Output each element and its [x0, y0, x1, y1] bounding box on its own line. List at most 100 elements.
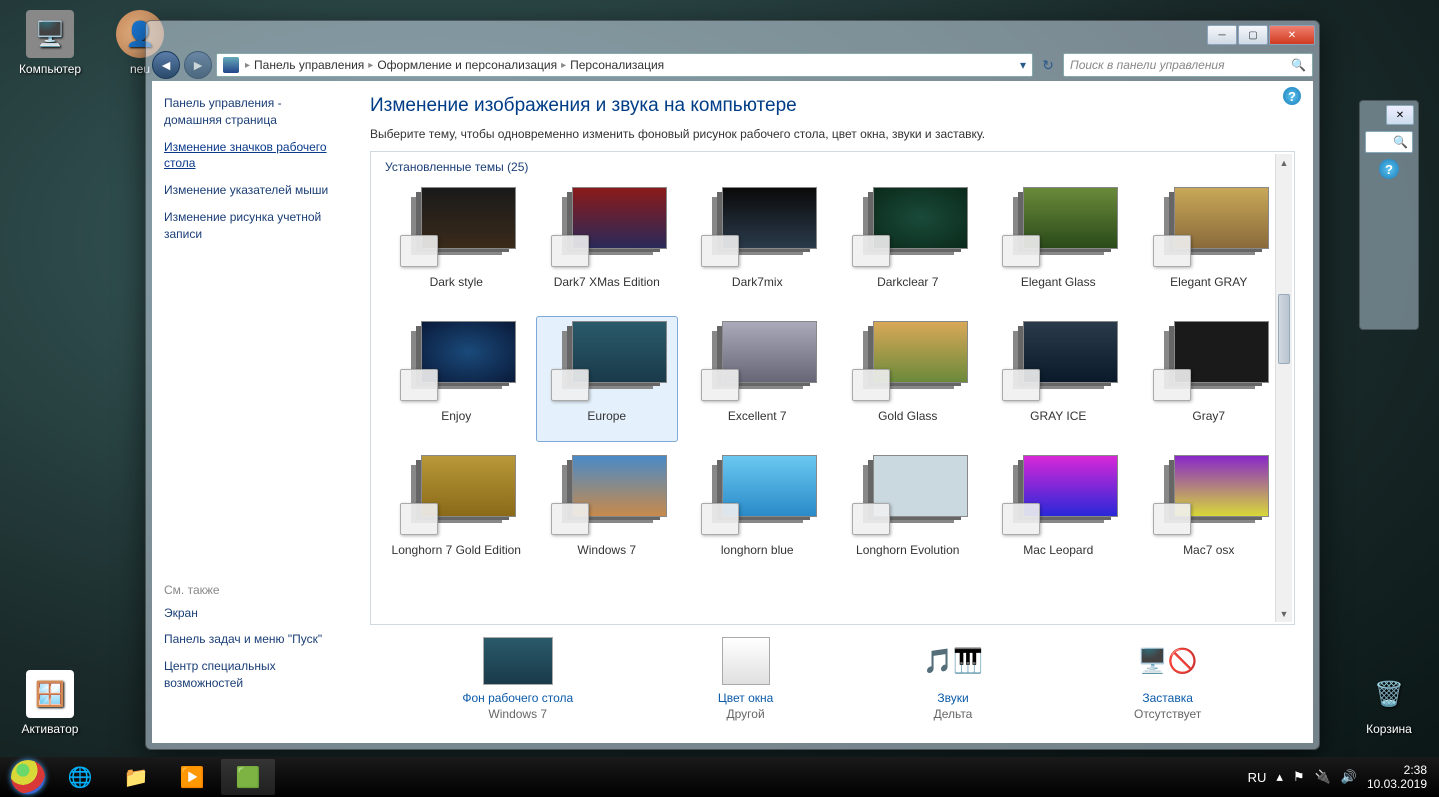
theme-thumbnail [547, 455, 667, 537]
scroll-up-icon[interactable]: ▲ [1276, 154, 1292, 171]
theme-label: Enjoy [390, 409, 523, 437]
desktop-icon-label: Корзина [1349, 722, 1429, 736]
theme-item[interactable]: Elegant Glass [987, 182, 1130, 308]
taskbar-item-ie[interactable]: 🌐 [53, 759, 107, 795]
chevron-right-icon: ▸ [245, 60, 250, 71]
refresh-button[interactable]: ↻ [1037, 54, 1059, 76]
theme-label: Longhorn Evolution [842, 543, 975, 571]
theme-item[interactable]: GRAY ICE [987, 316, 1130, 442]
desktop-icon-recycle[interactable]: 🗑️ Корзина [1349, 670, 1429, 736]
theme-label: Dark7mix [691, 275, 824, 303]
titlebar[interactable]: ─ ▢ ✕ [146, 21, 1319, 49]
screensaver-icon: 🖥️🚫 [1133, 637, 1203, 685]
volume-icon[interactable]: 🔊 [1341, 769, 1357, 785]
scrollbar[interactable]: ▲ ▼ [1275, 154, 1292, 622]
theme-item[interactable]: Dark7 XMas Edition [536, 182, 679, 308]
theme-item[interactable]: Mac Leopard [987, 450, 1130, 576]
bg-search-icon[interactable]: 🔍 [1365, 131, 1413, 153]
theme-item[interactable]: Dark style [385, 182, 528, 308]
taskbar-item-media[interactable]: ▶️ [165, 759, 219, 795]
bg-help-icon[interactable]: ? [1379, 159, 1399, 179]
desktop-background-button[interactable]: Фон рабочего стола Windows 7 [462, 637, 573, 721]
network-icon[interactable]: 🔌 [1315, 769, 1331, 785]
theme-label: Darkclear 7 [842, 275, 975, 303]
theme-item[interactable]: Gray7 [1138, 316, 1281, 442]
search-input[interactable]: Поиск в панели управления 🔍 [1063, 53, 1313, 77]
scroll-down-icon[interactable]: ▼ [1276, 605, 1292, 622]
desktop-icon-label: Активатор [10, 722, 90, 736]
clock-time: 2:38 [1367, 763, 1427, 777]
theme-item[interactable]: Europe [536, 316, 679, 442]
clock-date: 10.03.2019 [1367, 777, 1427, 791]
window-preview [1153, 235, 1191, 267]
bottom-value: Другой [718, 707, 773, 721]
window-preview [1002, 235, 1040, 267]
theme-item[interactable]: Longhorn Evolution [837, 450, 980, 576]
seealso-link-display[interactable]: Экран [164, 605, 340, 622]
theme-label: Mac Leopard [992, 543, 1125, 571]
taskbar-item-app[interactable]: 🟩 [221, 759, 275, 795]
breadcrumb-item[interactable]: Панель управления [254, 58, 364, 72]
sounds-button[interactable]: 🎵🎹 Звуки Дельта [918, 637, 988, 721]
theme-item[interactable]: Gold Glass [837, 316, 980, 442]
theme-item[interactable]: Dark7mix [686, 182, 829, 308]
navbar: ◄ ► ▸ Панель управления ▸ Оформление и п… [146, 49, 1319, 81]
search-placeholder: Поиск в панели управления [1070, 58, 1225, 72]
control-panel-icon [223, 57, 239, 73]
maximize-button[interactable]: ▢ [1238, 25, 1268, 45]
bottom-value: Windows 7 [462, 707, 573, 721]
seealso-link-accessibility[interactable]: Центр специальных возможностей [164, 658, 340, 692]
breadcrumb[interactable]: ▸ Панель управления ▸ Оформление и персо… [216, 53, 1033, 77]
show-hidden-icon[interactable]: ▴ [1276, 769, 1283, 785]
window-preview [1002, 369, 1040, 401]
window-color-button[interactable]: Цвет окна Другой [718, 637, 773, 721]
nav-back-button[interactable]: ◄ [152, 51, 180, 79]
sidebar-link-mouse-pointers[interactable]: Изменение указателей мыши [164, 182, 340, 199]
desktop-icon-activator[interactable]: 🪟 Активатор [10, 670, 90, 736]
sidebar-link-desktop-icons[interactable]: Изменение значков рабочего стола [164, 139, 340, 173]
taskbar: 🌐 📁 ▶️ 🟩 RU ▴ ⚑ 🔌 🔊 2:38 10.03.2019 [0, 757, 1439, 797]
themes-section-header: Установленные темы (25) [385, 160, 1280, 174]
desktop-icon-computer[interactable]: 🖥️ Компьютер [10, 10, 90, 76]
main-content: ? Изменение изображения и звука на компь… [352, 81, 1313, 743]
breadcrumb-item[interactable]: Персонализация [570, 58, 664, 72]
theme-item[interactable]: Enjoy [385, 316, 528, 442]
theme-item[interactable]: Windows 7 [536, 450, 679, 576]
close-button[interactable]: ✕ [1269, 25, 1315, 45]
theme-thumbnail [998, 187, 1118, 269]
chevron-down-icon[interactable]: ▾ [1020, 58, 1026, 72]
theme-item[interactable]: Excellent 7 [686, 316, 829, 442]
flag-icon[interactable]: ⚑ [1293, 769, 1305, 785]
theme-item[interactable]: Elegant GRAY [1138, 182, 1281, 308]
page-subtitle: Выберите тему, чтобы одновременно измени… [370, 127, 1295, 141]
theme-item[interactable]: Mac7 osx [1138, 450, 1281, 576]
window-preview [551, 503, 589, 535]
breadcrumb-item[interactable]: Оформление и персонализация [377, 58, 557, 72]
taskbar-item-explorer[interactable]: 📁 [109, 759, 163, 795]
minimize-button[interactable]: ─ [1207, 25, 1237, 45]
sidebar-seealso: См. также Экран Панель задач и меню "Пус… [164, 583, 340, 692]
language-indicator[interactable]: RU [1248, 770, 1267, 785]
system-tray: RU ▴ ⚑ 🔌 🔊 2:38 10.03.2019 [1248, 763, 1435, 792]
clock[interactable]: 2:38 10.03.2019 [1367, 763, 1427, 792]
theme-thumbnail [848, 321, 968, 403]
theme-item[interactable]: Darkclear 7 [837, 182, 980, 308]
sidebar-home-link[interactable]: Панель управления - домашняя страница [164, 95, 340, 129]
theme-item[interactable]: Longhorn 7 Gold Edition [385, 450, 528, 576]
nav-forward-button[interactable]: ► [184, 51, 212, 79]
help-icon[interactable]: ? [1283, 87, 1301, 105]
seealso-link-taskbar[interactable]: Панель задач и меню "Пуск" [164, 631, 340, 648]
scrollbar-thumb[interactable] [1278, 294, 1290, 364]
theme-label: Europe [541, 409, 674, 437]
bottom-value: Отсутствует [1133, 707, 1203, 721]
window-body: Панель управления - домашняя страница Из… [152, 81, 1313, 743]
theme-item[interactable]: longhorn blue [686, 450, 829, 576]
start-button[interactable] [4, 759, 52, 795]
bottom-label: Цвет окна [718, 691, 773, 705]
bg-close-icon[interactable]: ✕ [1386, 105, 1414, 125]
screensaver-button[interactable]: 🖥️🚫 Заставка Отсутствует [1133, 637, 1203, 721]
sidebar-link-account-picture[interactable]: Изменение рисунка учетной записи [164, 209, 340, 243]
theme-thumbnail [848, 187, 968, 269]
page-title: Изменение изображения и звука на компьют… [370, 95, 1295, 117]
theme-thumbnail [697, 187, 817, 269]
